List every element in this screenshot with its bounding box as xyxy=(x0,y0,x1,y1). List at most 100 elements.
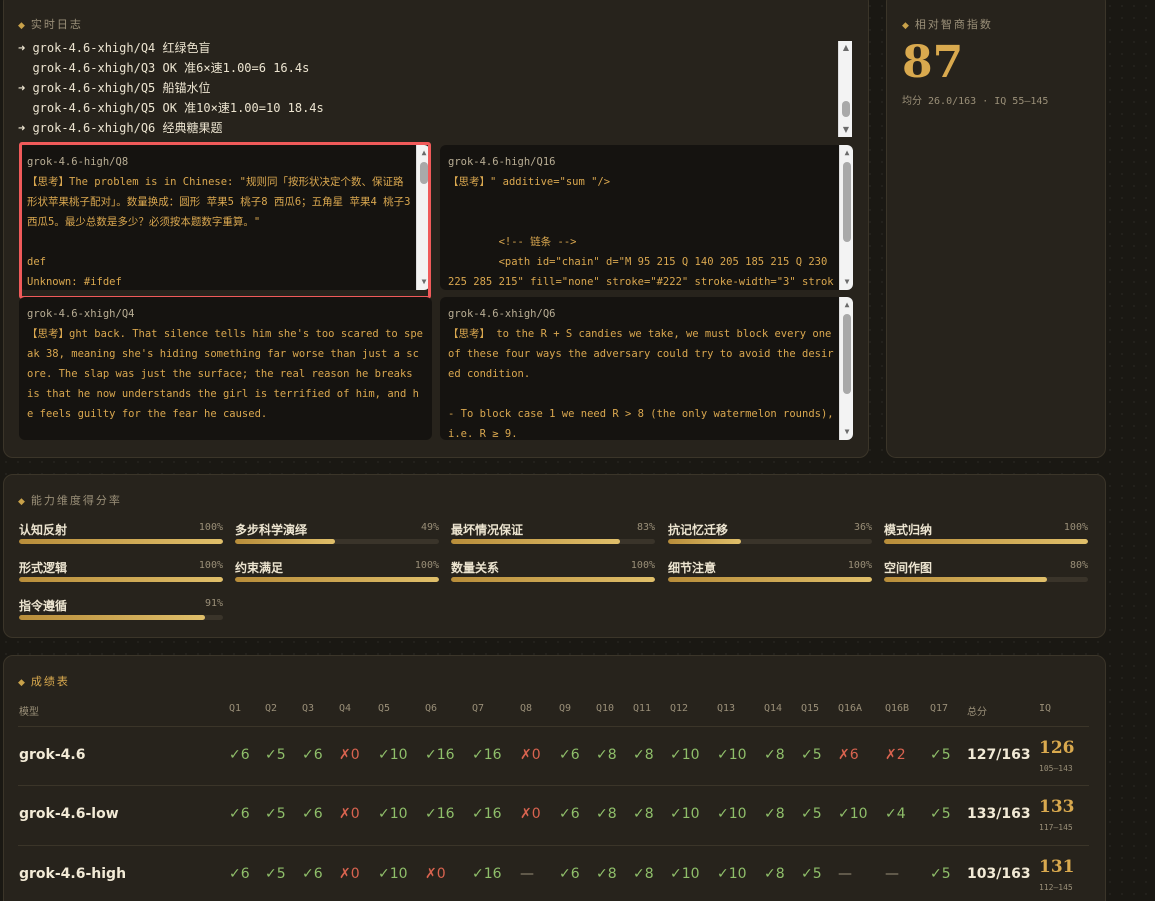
ability-percent: 100% xyxy=(414,560,439,571)
scroll-thumb[interactable] xyxy=(842,101,850,117)
ability-bar-fill xyxy=(451,577,655,582)
iq-score: 126 xyxy=(1039,738,1075,758)
log-scrollbar[interactable]: ▲ ▼ xyxy=(838,41,852,137)
scroll-up-icon[interactable]: ▲ xyxy=(842,148,852,158)
ability-bar-fill xyxy=(884,539,1088,544)
ability-percent: 100% xyxy=(630,560,655,571)
score-cell: ✓5 xyxy=(265,866,286,882)
score-cell: ✓5 xyxy=(801,806,822,822)
ability-percent: 100% xyxy=(847,560,872,571)
log-card[interactable]: grok-4.6-high/Q16 【思考】" additive="sum "/… xyxy=(440,145,853,290)
scroll-thumb[interactable] xyxy=(843,314,851,394)
score-cell: ✗0 xyxy=(425,866,446,882)
score-cell: ✓5 xyxy=(265,806,286,822)
score-cell: — xyxy=(885,866,899,882)
ability-name: 空间作图 xyxy=(884,561,933,575)
ability-name: 抗记忆迁移 xyxy=(668,523,729,537)
column-header: Q14 xyxy=(764,703,783,714)
ability-item: 数量关系 100% xyxy=(451,559,655,589)
score-cell: ✓6 xyxy=(229,866,250,882)
score-cell: ✓6 xyxy=(229,806,250,822)
column-header: Q17 xyxy=(930,703,949,714)
ability-percent: 100% xyxy=(198,560,223,571)
scroll-down-icon[interactable]: ▼ xyxy=(842,427,852,437)
total-score: 103/163 xyxy=(967,866,1031,882)
score-cell: ✓5 xyxy=(801,866,822,882)
score-cell: ✓16 xyxy=(425,747,455,763)
score-cell: ✓10 xyxy=(378,806,408,822)
score-cell: — xyxy=(520,866,534,882)
column-header: Q2 xyxy=(265,703,278,714)
card-body: 【思考】ght back. That silence tells him she… xyxy=(27,328,424,420)
score-cell: ✓10 xyxy=(717,866,747,882)
bullet-icon: ◆ xyxy=(18,497,27,507)
scroll-down-icon[interactable]: ▼ xyxy=(842,277,852,287)
score-cell: ✗0 xyxy=(339,806,360,822)
ability-percent: 36% xyxy=(853,522,872,533)
scroll-up-icon[interactable]: ▲ xyxy=(842,300,852,310)
scroll-thumb[interactable] xyxy=(843,162,851,242)
log-card[interactable]: grok-4.6-xhigh/Q4 【思考】ght back. That sil… xyxy=(19,297,432,440)
ability-bar-track xyxy=(884,577,1088,582)
log-card[interactable]: grok-4.6-xhigh/Q6 【思考】 to the R + S cand… xyxy=(440,297,853,440)
column-header: Q6 xyxy=(425,703,438,714)
scoreboard-label: ◆ 成绩表 xyxy=(18,675,70,688)
iq-value: 87 xyxy=(902,37,964,88)
ability-item: 形式逻辑 100% xyxy=(19,559,223,589)
column-header: Q11 xyxy=(633,703,652,714)
column-header: Q12 xyxy=(670,703,689,714)
column-header: Q8 xyxy=(520,703,533,714)
score-cell: ✓10 xyxy=(838,806,868,822)
scroll-up-icon[interactable]: ▲ xyxy=(841,43,851,53)
ability-percent: 91% xyxy=(204,598,223,609)
card-scrollbar[interactable]: ▲ ▼ xyxy=(839,297,853,440)
ability-bar-track xyxy=(451,577,655,582)
score-cell: ✗0 xyxy=(520,806,541,822)
score-cell: ✓6 xyxy=(559,866,580,882)
ability-name: 多步科学演绎 xyxy=(235,523,308,537)
ability-bar-fill xyxy=(884,577,1048,582)
model-name: grok-4.6 xyxy=(19,747,86,763)
iq-score: 133 xyxy=(1039,797,1075,817)
log-line: ➜ grok-4.6-xhigh/Q4 红绿色盲 xyxy=(18,41,211,55)
ability-item: 认知反射 100% xyxy=(19,521,223,551)
ability-percent: 80% xyxy=(1069,560,1088,571)
score-cell: ✓8 xyxy=(764,866,785,882)
ability-percent: 100% xyxy=(1063,522,1088,533)
score-cell: ✓10 xyxy=(670,747,700,763)
total-score: 133/163 xyxy=(967,806,1031,822)
bullet-icon: ◆ xyxy=(902,21,911,31)
iq-subtitle: 均分 26.0/163 · IQ 55–145 xyxy=(902,96,1049,107)
scroll-down-icon[interactable]: ▼ xyxy=(841,125,851,135)
bullet-icon: ◆ xyxy=(18,21,27,31)
card-body: 【思考】 to the R + S candies we take, we mu… xyxy=(448,328,834,440)
abilities-label: ◆ 能力维度得分率 xyxy=(18,494,122,507)
ability-bar-fill xyxy=(19,539,223,544)
score-cell: ✓6 xyxy=(302,866,323,882)
score-cell: ✓6 xyxy=(302,747,323,763)
iq-range: 105–143 xyxy=(1039,764,1073,773)
ability-item: 最坏情况保证 83% xyxy=(451,521,655,551)
card-title: grok-4.6-xhigh/Q4 xyxy=(27,308,135,320)
log-line: ➜ grok-4.6-xhigh/Q6 经典糖果题 xyxy=(18,121,223,135)
card-scrollbar[interactable]: ▲ ▼ xyxy=(839,145,853,290)
column-header: Q9 xyxy=(559,703,572,714)
score-cell: ✓10 xyxy=(378,747,408,763)
ability-item: 抗记忆迁移 36% xyxy=(668,521,872,551)
score-cell: ✗0 xyxy=(339,747,360,763)
ability-name: 数量关系 xyxy=(451,561,500,575)
score-cell: ✓8 xyxy=(764,747,785,763)
ability-item: 模式归纳 100% xyxy=(884,521,1088,551)
ability-bar-fill xyxy=(19,615,205,620)
ability-bar-fill xyxy=(451,539,621,544)
ability-bar-track xyxy=(451,539,655,544)
ability-bar-track xyxy=(884,539,1088,544)
ability-bar-track xyxy=(19,539,223,544)
score-cell: ✓16 xyxy=(472,747,502,763)
ability-name: 约束满足 xyxy=(235,561,284,575)
log-line: ➜ grok-4.6-xhigh/Q5 船锚水位 xyxy=(18,81,211,95)
column-header: Q16B xyxy=(885,703,910,714)
log-list[interactable]: ➜ grok-4.6-xhigh/Q4 红绿色盲 grok-4.6-xhigh/… xyxy=(18,38,836,138)
row-divider xyxy=(18,785,1089,786)
score-cell: ✓10 xyxy=(717,806,747,822)
